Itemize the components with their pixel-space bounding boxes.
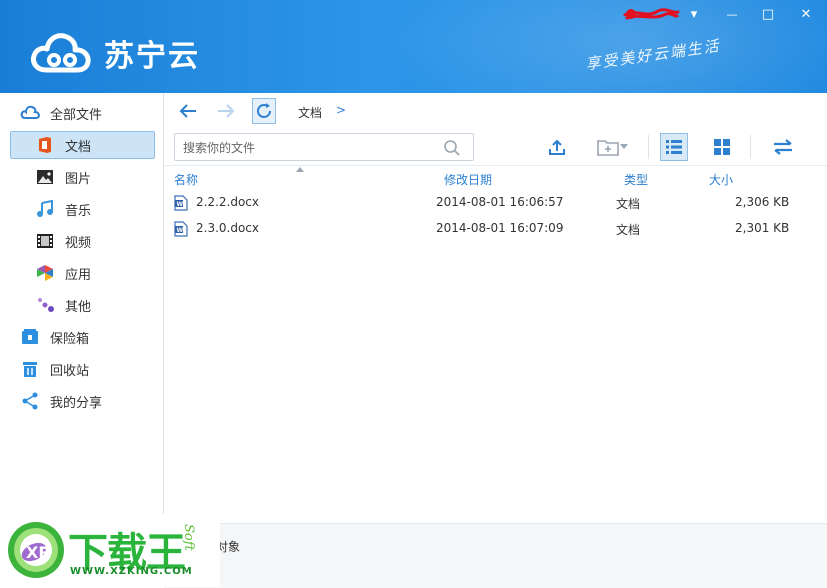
breadcrumb[interactable]: 文档 bbox=[298, 104, 322, 121]
list-view-button[interactable] bbox=[660, 133, 688, 161]
word-doc-icon: W bbox=[174, 195, 188, 211]
file-size: 2,301 KB bbox=[735, 221, 790, 235]
file-type: 文档 bbox=[616, 197, 641, 211]
cloud-icon bbox=[20, 103, 40, 123]
svg-text:XR: XR bbox=[26, 543, 51, 562]
file-name[interactable]: 2.3.0.docx bbox=[196, 221, 259, 235]
new-folder-icon bbox=[597, 140, 619, 156]
sidebar-item-recycle-bin[interactable]: 回收站 bbox=[0, 355, 163, 383]
table-row[interactable]: W 2.2.2.docx 2014-08-01 16:06:57 文档 2,30… bbox=[164, 190, 827, 216]
redaction-scribble bbox=[623, 8, 680, 20]
sidebar-item-label: 全部文件 bbox=[50, 107, 103, 123]
maximize-icon: □ bbox=[761, 6, 775, 22]
word-doc-icon: W bbox=[174, 221, 188, 237]
search-icon[interactable] bbox=[443, 139, 461, 157]
column-header-name[interactable]: 名称 bbox=[174, 171, 198, 188]
sidebar-item-music[interactable]: 音乐 bbox=[0, 195, 163, 223]
sidebar-item-label: 应用 bbox=[65, 267, 92, 283]
arrow-right-icon bbox=[218, 104, 235, 118]
sort-ascending-icon bbox=[296, 167, 304, 172]
watermark-soft: Soft bbox=[181, 524, 196, 551]
status-bar: 对象 bbox=[164, 523, 827, 588]
dots-icon bbox=[35, 295, 55, 315]
upload-icon bbox=[549, 139, 565, 155]
sidebar-item-label: 音乐 bbox=[65, 203, 92, 219]
minimize-icon: — bbox=[726, 7, 738, 21]
breadcrumb-separator[interactable]: > bbox=[336, 103, 346, 117]
sidebar-item-video[interactable]: 视频 bbox=[0, 227, 163, 255]
sidebar-item-label: 我的分享 bbox=[50, 395, 103, 411]
file-modified: 2014-08-01 16:06:57 bbox=[436, 195, 564, 209]
safe-icon bbox=[20, 327, 40, 347]
watermark-url: WWW.XZKING.COM bbox=[70, 566, 193, 577]
sidebar-item-other[interactable]: 其他 bbox=[0, 291, 163, 319]
sidebar-item-label: 文档 bbox=[65, 139, 92, 155]
minimize-button[interactable]: — bbox=[720, 3, 744, 25]
sidebar-item-label: 回收站 bbox=[50, 363, 90, 379]
file-type: 文档 bbox=[616, 223, 641, 237]
refresh-button[interactable] bbox=[252, 98, 276, 124]
forward-button[interactable] bbox=[214, 97, 238, 125]
watermark-logo: XR 下载王 WWW.XZKING.COM Soft bbox=[0, 514, 220, 587]
app-window: 苏宁云 享受美好云端生活 ▾ — □ ✕ 全部文件 文档 图片 音乐 视频 应用… bbox=[0, 0, 827, 588]
office-doc-icon bbox=[35, 135, 55, 155]
search-box bbox=[174, 133, 474, 161]
picture-icon bbox=[35, 167, 55, 187]
music-note-icon bbox=[35, 199, 55, 219]
table-header: 名称 修改日期 类型 大小 bbox=[164, 167, 827, 189]
column-header-size[interactable]: 大小 bbox=[709, 171, 733, 188]
sidebar-item-label: 其他 bbox=[65, 299, 92, 315]
navigation-bar: 文档 > bbox=[164, 93, 827, 129]
menu-caret-icon: ▾ bbox=[690, 6, 698, 22]
app-icon bbox=[35, 263, 55, 283]
grid-view-button[interactable] bbox=[708, 133, 736, 161]
column-header-modified[interactable]: 修改日期 bbox=[444, 171, 492, 188]
sidebar: 全部文件 文档 图片 音乐 视频 应用 其他 保险箱 回收站 我的分享 bbox=[0, 93, 164, 587]
cloud-logo-icon bbox=[31, 33, 91, 73]
close-icon: ✕ bbox=[800, 6, 812, 22]
sidebar-item-apps[interactable]: 应用 bbox=[0, 259, 163, 287]
sidebar-item-my-shares[interactable]: 我的分享 bbox=[0, 387, 163, 415]
sidebar-item-documents[interactable]: 文档 bbox=[0, 131, 163, 159]
film-icon bbox=[35, 231, 55, 251]
list-view-icon bbox=[666, 140, 682, 154]
chevron-down-icon bbox=[620, 144, 628, 149]
sidebar-item-label: 图片 bbox=[65, 171, 92, 187]
toolbar-bottom-border bbox=[164, 165, 827, 166]
transfer-arrows-icon bbox=[774, 139, 792, 155]
toolbar-divider bbox=[750, 135, 751, 159]
app-title: 苏宁云 bbox=[104, 39, 200, 74]
close-button[interactable]: ✕ bbox=[794, 3, 818, 25]
xzking-globe-icon: XR bbox=[8, 522, 64, 578]
arrow-left-icon bbox=[179, 104, 196, 118]
refresh-icon bbox=[257, 103, 271, 118]
file-size: 2,306 KB bbox=[735, 195, 790, 209]
maximize-button[interactable]: □ bbox=[756, 3, 780, 25]
svg-text:W: W bbox=[177, 201, 184, 208]
toolbar bbox=[164, 129, 827, 165]
menu-dropdown-button[interactable]: ▾ bbox=[682, 3, 706, 25]
table-row[interactable]: W 2.3.0.docx 2014-08-01 16:07:09 文档 2,30… bbox=[164, 216, 827, 242]
toolbar-divider bbox=[648, 135, 649, 159]
trash-icon bbox=[20, 359, 40, 379]
share-icon bbox=[20, 391, 40, 411]
file-modified: 2014-08-01 16:07:09 bbox=[436, 221, 564, 235]
column-header-type[interactable]: 类型 bbox=[624, 171, 648, 188]
file-name[interactable]: 2.2.2.docx bbox=[196, 195, 259, 209]
upload-button[interactable] bbox=[544, 133, 570, 161]
search-input[interactable] bbox=[181, 138, 435, 158]
back-button[interactable] bbox=[176, 97, 200, 125]
sidebar-item-safe[interactable]: 保险箱 bbox=[0, 323, 163, 351]
sidebar-item-pictures[interactable]: 图片 bbox=[0, 163, 163, 191]
sidebar-item-all-files[interactable]: 全部文件 bbox=[0, 99, 163, 127]
new-folder-button[interactable] bbox=[592, 133, 632, 161]
svg-text:W: W bbox=[177, 227, 184, 234]
sidebar-item-label: 保险箱 bbox=[50, 331, 90, 347]
main-panel: 文档 > 搜索你的文件 名称 修改日期 类型 大小 W 2.2.2.docx 2… bbox=[164, 93, 827, 588]
sidebar-item-label: 视频 bbox=[65, 235, 92, 251]
grid-view-icon bbox=[714, 139, 730, 155]
title-bar[interactable]: 苏宁云 享受美好云端生活 ▾ — □ ✕ bbox=[0, 0, 827, 93]
transfer-button[interactable] bbox=[768, 133, 798, 161]
app-logo: 苏宁云 bbox=[30, 30, 200, 76]
